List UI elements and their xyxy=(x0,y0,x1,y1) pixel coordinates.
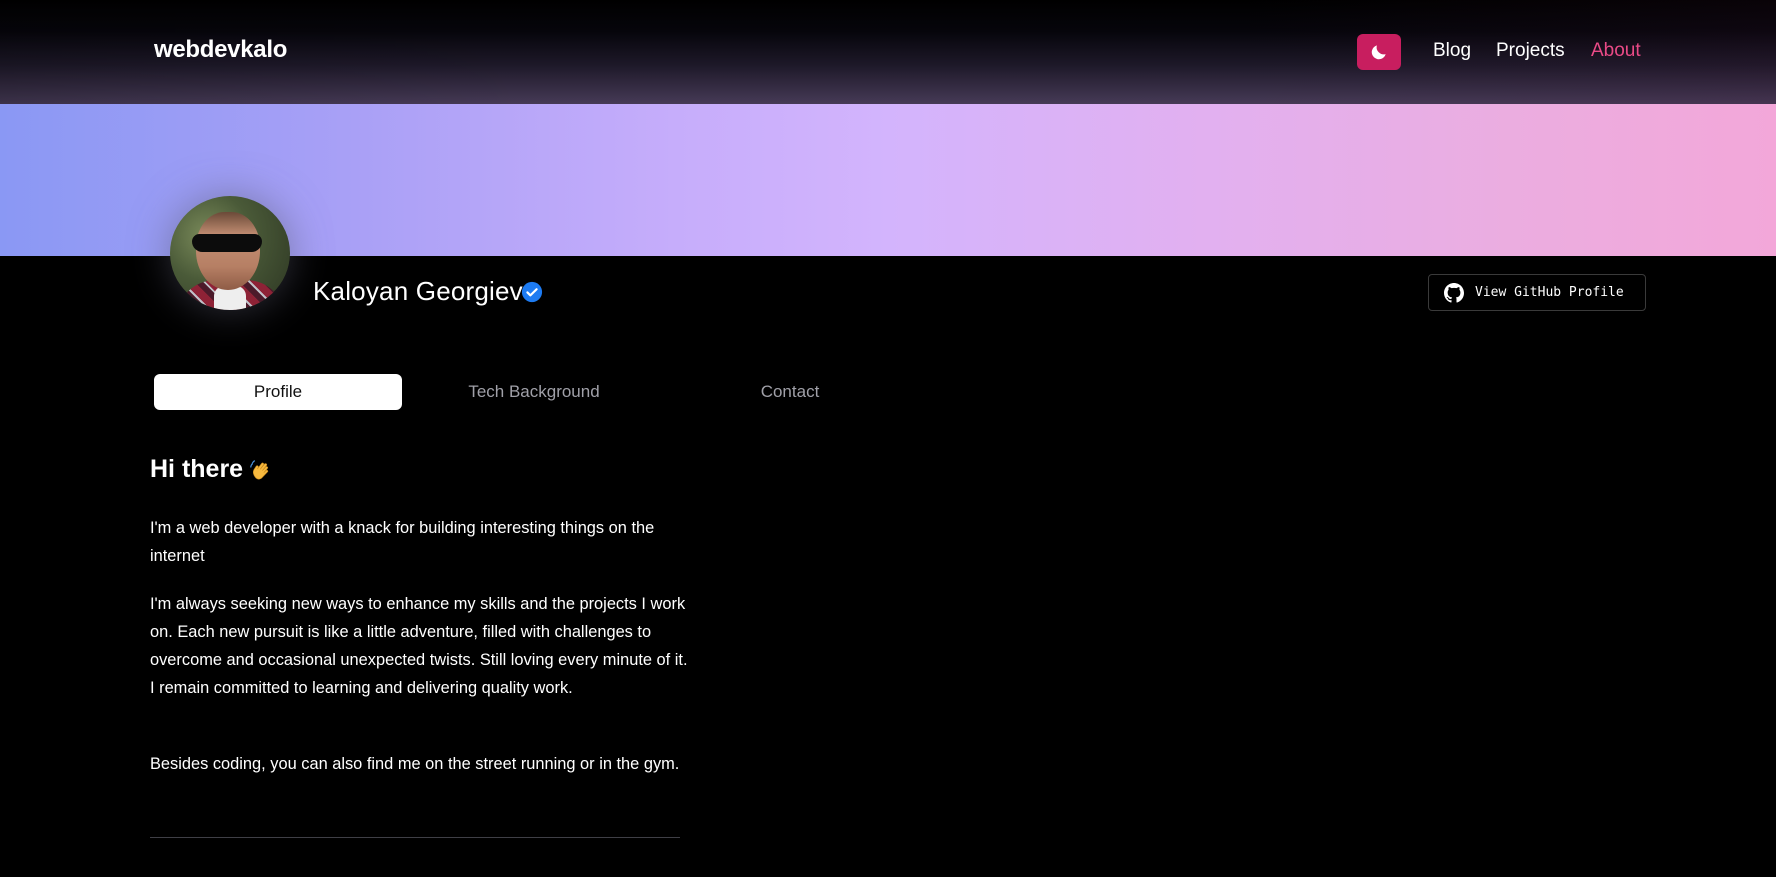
nav-about-link[interactable]: About xyxy=(1591,40,1641,62)
nav-projects-link[interactable]: Projects xyxy=(1496,40,1565,62)
content-divider xyxy=(150,837,680,838)
moon-icon xyxy=(1371,45,1386,60)
avatar-sunglasses xyxy=(192,234,262,252)
github-icon xyxy=(1444,282,1464,303)
tab-contact[interactable]: Contact xyxy=(666,374,914,410)
site-logo[interactable]: webdevkalo xyxy=(154,36,287,64)
verified-badge-icon xyxy=(521,281,543,303)
theme-toggle-button[interactable] xyxy=(1357,34,1401,70)
waving-hand-icon xyxy=(250,459,269,479)
view-github-profile-button[interactable]: View GitHub Profile xyxy=(1428,274,1646,311)
skills-paragraph: I'm always seeking new ways to enhance m… xyxy=(150,595,688,697)
site-header: webdevkalo Blog Projects About xyxy=(0,0,1776,104)
hobbies-paragraph: Besides coding, you can also find me on … xyxy=(150,755,680,773)
intro-paragraph: I'm a web developer with a knack for bui… xyxy=(150,519,655,565)
avatar xyxy=(170,196,290,310)
tab-profile[interactable]: Profile xyxy=(154,374,402,410)
tab-tech-background[interactable]: Tech Background xyxy=(410,374,658,410)
greeting-heading: Hi there xyxy=(150,455,273,484)
nav-blog-link[interactable]: Blog xyxy=(1433,40,1471,62)
github-button-label: View GitHub Profile xyxy=(1475,285,1624,300)
profile-name: Kaloyan Georgiev xyxy=(313,276,523,306)
greeting-text: Hi there xyxy=(150,455,244,483)
